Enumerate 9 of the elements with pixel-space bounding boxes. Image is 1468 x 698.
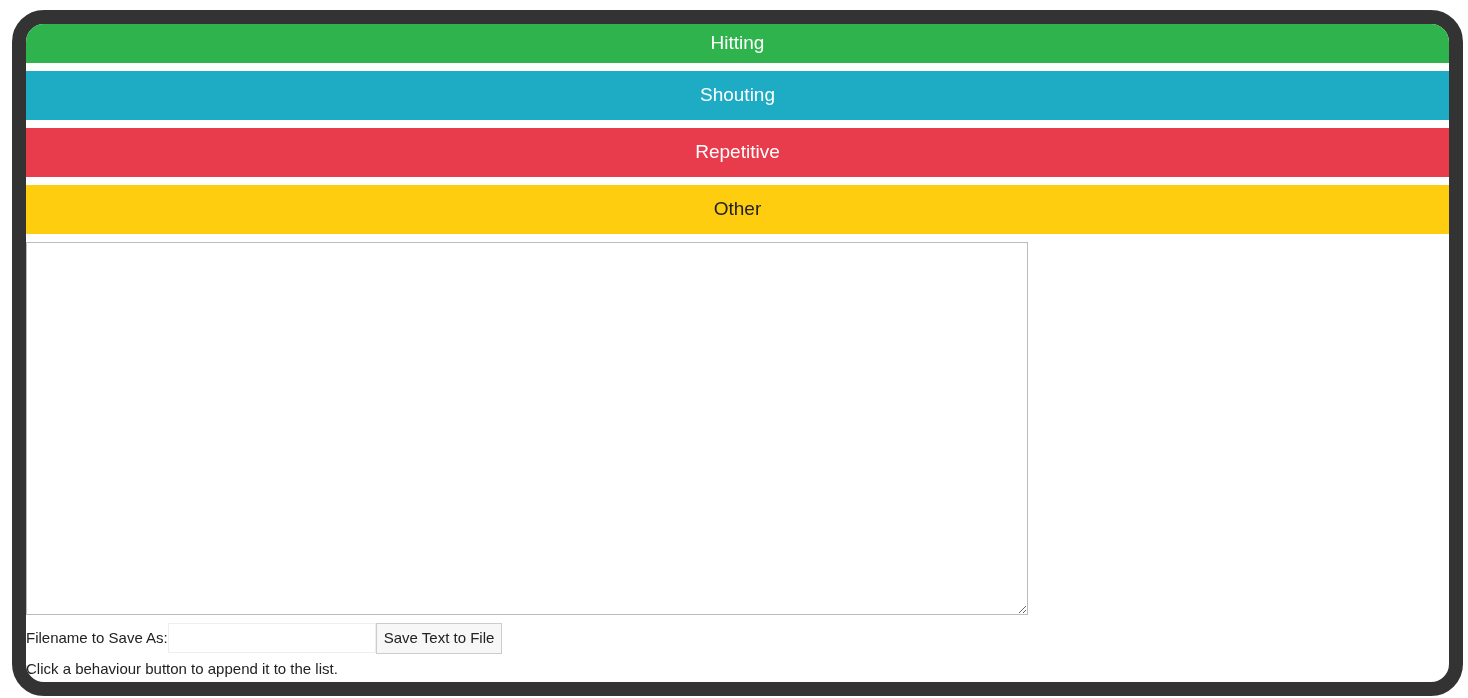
behaviour-button[interactable]: Shouting [26,71,1449,120]
save-button[interactable]: Save Text to File [375,623,503,654]
behaviour-button[interactable]: Repetitive [26,128,1449,177]
filename-field[interactable] [167,623,376,654]
hint-text: Click a behaviour button to append it to the list. [26,658,339,679]
behaviour-button[interactable]: Other [26,185,1449,234]
filename-label: Filename to Save As: [26,628,168,648]
behaviour-button[interactable]: Hitting [26,24,1449,63]
text-area[interactable] [26,242,1028,615]
